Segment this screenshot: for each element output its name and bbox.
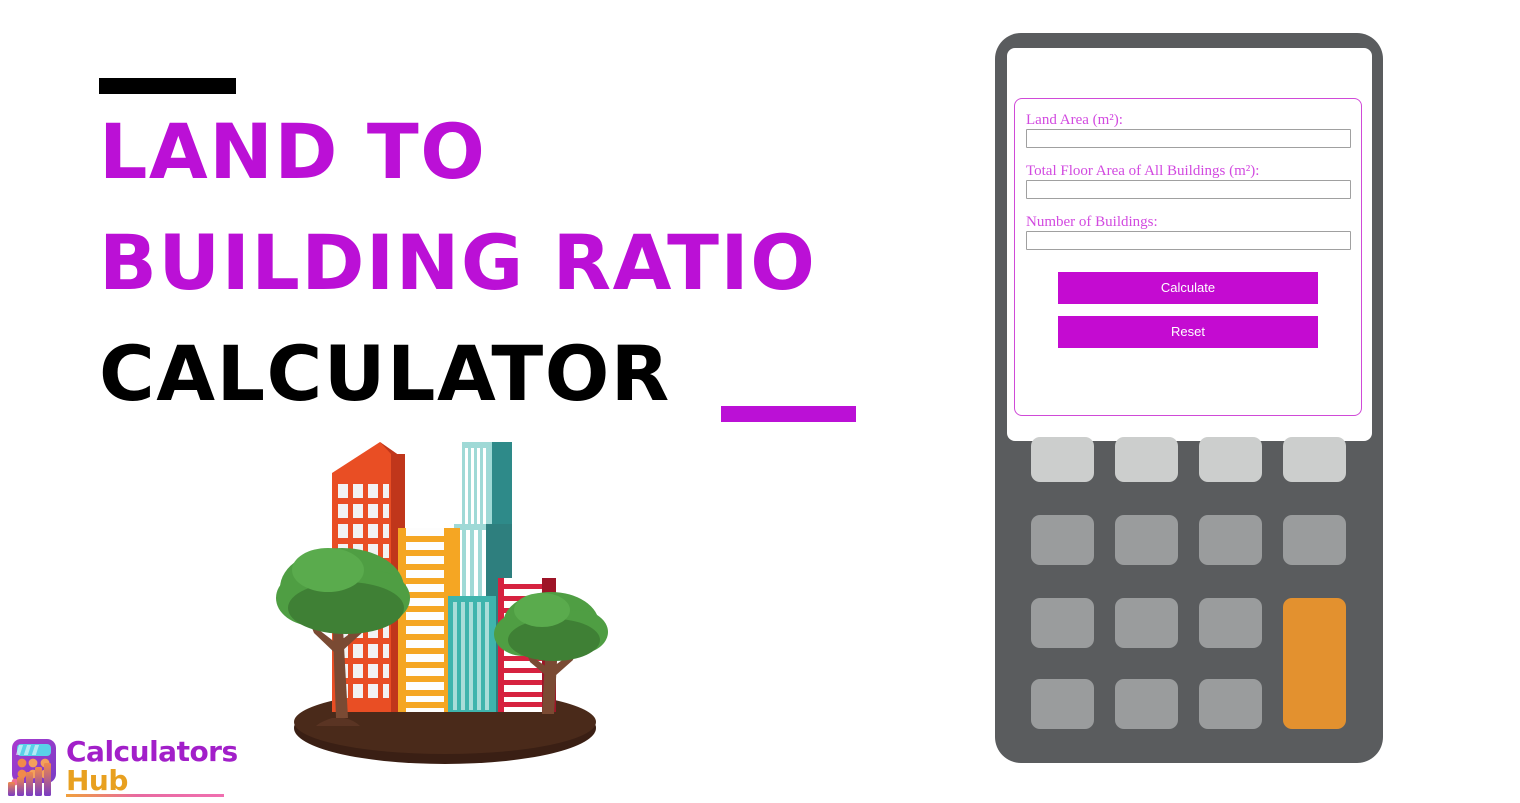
logo-word-calculators: Calculators xyxy=(66,735,238,768)
hero-panel: LAND TO BUILDING RATIO CALCULATOR Calcul… xyxy=(0,0,960,800)
keypad-key-r2c3[interactable] xyxy=(1199,515,1262,565)
keypad-key-r1c1[interactable] xyxy=(1031,437,1094,482)
calculator-device: Land Area (m²): Total Floor Area of All … xyxy=(995,33,1383,763)
number-of-buildings-input[interactable] xyxy=(1026,231,1351,250)
reset-button[interactable]: Reset xyxy=(1058,316,1318,348)
accent-bar-top xyxy=(99,78,236,94)
logo-underline xyxy=(66,794,224,797)
calculator-form: Land Area (m²): Total Floor Area of All … xyxy=(1014,98,1362,416)
keypad-key-r2c4[interactable] xyxy=(1283,515,1346,565)
accent-bar-bottom xyxy=(721,406,856,422)
page-title: LAND TO BUILDING RATIO CALCULATOR xyxy=(99,96,929,429)
logo-wordmark: Calculators Hub xyxy=(66,735,238,797)
keypad-key-r4c1[interactable] xyxy=(1031,679,1094,729)
keypad-key-r3c1[interactable] xyxy=(1031,598,1094,648)
logo-word-hub: Hub xyxy=(66,764,128,797)
calculator-chart-logo-icon xyxy=(6,736,66,798)
keypad-key-r1c2[interactable] xyxy=(1115,437,1178,482)
keypad-key-r1c4[interactable] xyxy=(1283,437,1346,482)
keypad-key-r4c2[interactable] xyxy=(1115,679,1178,729)
keypad-key-equals-orange[interactable] xyxy=(1283,598,1346,729)
calculator-keypad xyxy=(1031,437,1347,733)
keypad-key-r4c3[interactable] xyxy=(1199,679,1262,729)
keypad-key-r1c3[interactable] xyxy=(1199,437,1262,482)
total-floor-area-input[interactable] xyxy=(1026,180,1351,199)
land-area-input[interactable] xyxy=(1026,129,1351,148)
land-area-label: Land Area (m²): xyxy=(1026,112,1123,128)
keypad-key-r2c2[interactable] xyxy=(1115,515,1178,565)
keypad-key-r3c3[interactable] xyxy=(1199,598,1262,648)
calculator-screen: Land Area (m²): Total Floor Area of All … xyxy=(1007,48,1372,441)
total-floor-area-label: Total Floor Area of All Buildings (m²): xyxy=(1026,163,1260,179)
page-title-line-2: BUILDING RATIO xyxy=(99,218,817,307)
page-title-line-1: LAND TO xyxy=(99,107,487,196)
calculate-button[interactable]: Calculate xyxy=(1058,272,1318,304)
keypad-key-r2c1[interactable] xyxy=(1031,515,1094,565)
keypad-key-r3c2[interactable] xyxy=(1115,598,1178,648)
city-buildings-illustration xyxy=(270,428,620,764)
number-of-buildings-label: Number of Buildings: xyxy=(1026,214,1158,230)
calculatorshub-logo[interactable]: Calculators Hub xyxy=(6,736,238,798)
